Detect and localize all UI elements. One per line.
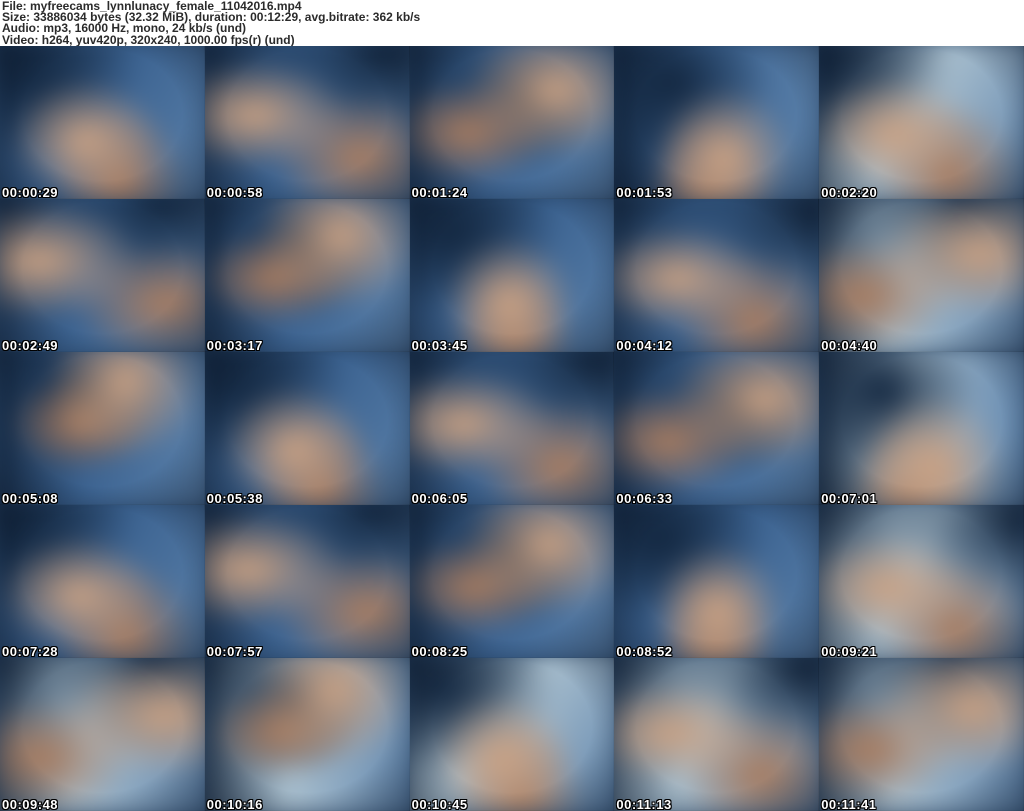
- video-frame-thumbnail[interactable]: 00:07:01: [819, 352, 1024, 505]
- frame-vignette: [614, 658, 820, 811]
- frame-vignette: [409, 658, 615, 811]
- frame-timestamp: 00:11:13: [616, 797, 672, 811]
- frame-timestamp: 00:10:45: [411, 797, 468, 811]
- frame-vignette: [614, 505, 820, 658]
- video-frame-thumbnail[interactable]: 00:09:21: [819, 505, 1024, 658]
- video-frame-thumbnail[interactable]: 00:01:24: [409, 46, 615, 199]
- video-frame-thumbnail[interactable]: 00:11:13: [614, 658, 820, 811]
- frame-timestamp: 00:06:05: [411, 491, 468, 505]
- video-info-line: Video: h264, yuv420p, 320x240, 1000.00 f…: [2, 32, 295, 46]
- video-frame-thumbnail[interactable]: 00:08:52: [614, 505, 820, 658]
- frame-timestamp: 00:07:57: [206, 644, 263, 658]
- video-frame-thumbnail[interactable]: 00:10:16: [204, 658, 410, 811]
- frame-vignette: [614, 352, 820, 505]
- frame-vignette: [409, 352, 615, 505]
- frame-vignette: [819, 505, 1024, 658]
- frame-vignette: [819, 658, 1024, 811]
- frame-vignette: [204, 199, 410, 352]
- frame-vignette: [614, 199, 820, 352]
- frame-vignette: [0, 505, 205, 658]
- frame-timestamp: 00:02:49: [2, 338, 59, 352]
- video-frame-thumbnail[interactable]: 00:09:48: [0, 658, 205, 811]
- video-frame-thumbnail[interactable]: 00:03:45: [409, 199, 615, 352]
- frame-timestamp: 00:04:40: [821, 338, 878, 352]
- frame-timestamp: 00:04:12: [616, 338, 673, 352]
- video-frame-thumbnail[interactable]: 00:04:12: [614, 199, 820, 352]
- frame-vignette: [409, 199, 615, 352]
- frame-vignette: [0, 658, 205, 811]
- frame-timestamp: 00:08:25: [411, 644, 468, 658]
- frame-vignette: [204, 658, 410, 811]
- frame-vignette: [0, 199, 205, 352]
- video-contact-sheet: File: myfreecams_lynnlunacy_female_11042…: [0, 0, 1024, 811]
- video-frame-thumbnail[interactable]: 00:11:41: [819, 658, 1024, 811]
- frame-timestamp: 00:07:28: [2, 644, 59, 658]
- frame-vignette: [204, 352, 410, 505]
- video-frame-thumbnail[interactable]: 00:06:33: [614, 352, 820, 505]
- video-frame-thumbnail[interactable]: 00:05:38: [204, 352, 410, 505]
- video-frame-thumbnail[interactable]: 00:01:53: [614, 46, 820, 199]
- frame-vignette: [819, 46, 1024, 199]
- frame-vignette: [819, 352, 1024, 505]
- frame-timestamp: 00:00:58: [206, 185, 263, 199]
- video-frame-thumbnail[interactable]: 00:07:57: [204, 505, 410, 658]
- video-frame-thumbnail[interactable]: 00:07:28: [0, 505, 205, 658]
- video-frame-thumbnail[interactable]: 00:04:40: [819, 199, 1024, 352]
- frame-timestamp: 00:10:16: [206, 797, 263, 811]
- frame-timestamp: 00:11:41: [821, 797, 877, 811]
- frame-timestamp: 00:08:52: [616, 644, 673, 658]
- thumbnail-grid: 00:00:29 00:00:58 00:01:24 00:01:53 00:02:20…: [0, 46, 1024, 811]
- frame-timestamp: 00:01:24: [411, 185, 468, 199]
- frame-timestamp: 00:09:48: [2, 797, 59, 811]
- file-info-header: File: myfreecams_lynnlunacy_female_11042…: [0, 0, 1024, 46]
- video-frame-thumbnail[interactable]: 00:03:17: [204, 199, 410, 352]
- frame-timestamp: 00:09:21: [821, 644, 878, 658]
- frame-vignette: [409, 505, 615, 658]
- video-frame-thumbnail[interactable]: 00:10:45: [409, 658, 615, 811]
- video-frame-thumbnail[interactable]: 00:06:05: [409, 352, 615, 505]
- video-frame-thumbnail[interactable]: 00:02:49: [0, 199, 205, 352]
- frame-vignette: [0, 46, 205, 199]
- frame-timestamp: 00:03:45: [411, 338, 468, 352]
- video-frame-thumbnail[interactable]: 00:08:25: [409, 505, 615, 658]
- frame-timestamp: 00:05:08: [2, 491, 59, 505]
- frame-timestamp: 00:06:33: [616, 491, 673, 505]
- frame-vignette: [614, 46, 820, 199]
- frame-vignette: [204, 46, 410, 199]
- video-frame-thumbnail[interactable]: 00:00:58: [204, 46, 410, 199]
- frame-timestamp: 00:02:20: [821, 185, 878, 199]
- video-frame-thumbnail[interactable]: 00:00:29: [0, 46, 205, 199]
- frame-timestamp: 00:07:01: [821, 491, 878, 505]
- video-frame-thumbnail[interactable]: 00:05:08: [0, 352, 205, 505]
- frame-vignette: [0, 352, 205, 505]
- frame-vignette: [819, 199, 1024, 352]
- frame-vignette: [204, 505, 410, 658]
- frame-timestamp: 00:05:38: [206, 491, 263, 505]
- frame-timestamp: 00:03:17: [206, 338, 263, 352]
- video-frame-thumbnail[interactable]: 00:02:20: [819, 46, 1024, 199]
- frame-vignette: [409, 46, 615, 199]
- frame-timestamp: 00:01:53: [616, 185, 673, 199]
- frame-timestamp: 00:00:29: [2, 185, 59, 199]
